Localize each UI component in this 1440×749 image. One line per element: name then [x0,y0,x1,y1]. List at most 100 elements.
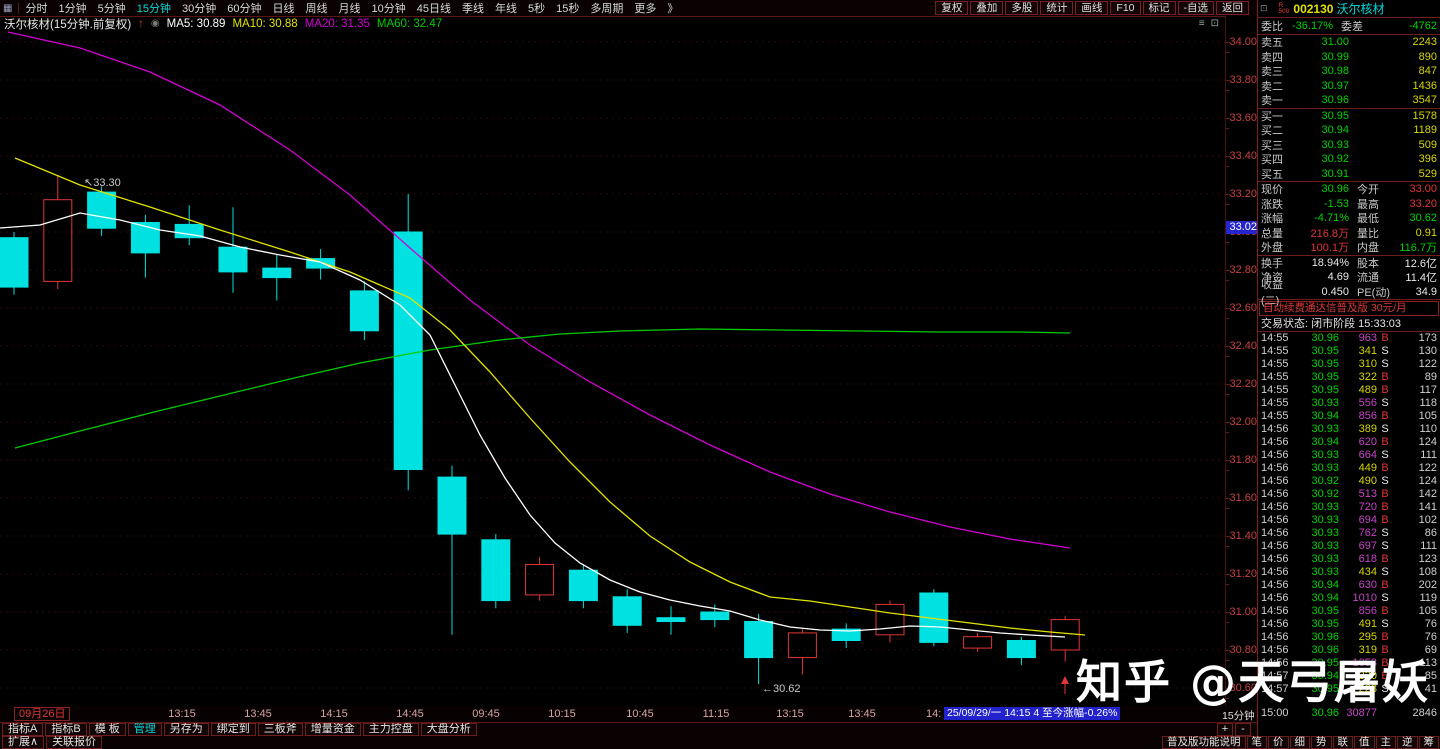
toolbar-button-F10[interactable]: F10 [1110,1,1141,15]
toolbar-button-统计[interactable]: 统计 [1040,1,1074,15]
period-tab-更多[interactable]: 更多 [634,0,656,16]
price-axis-label: 31.80 [1229,454,1257,466]
trade-row: 14:56 30.93 389 S 110 [1261,423,1437,435]
toolbar-button-多股[interactable]: 多股 [1005,1,1039,15]
ma20-value: MA20: 31.35 [304,17,370,30]
period-tab-日线[interactable]: 日线 [272,0,294,16]
panel-tab-笔[interactable]: 笔 [1246,736,1267,749]
indicator-tab-指标B[interactable]: 指标B [45,722,87,736]
period-tab-周线[interactable]: 周线 [305,0,327,16]
ma-line-MA60 [14,328,1071,449]
trade-row: 14:55 30.95 310 S 122 [1261,358,1437,370]
price-axis-label: 32.60 [1229,302,1257,314]
price-axis-label: 31.00 [1229,606,1257,618]
period-tab-45日线[interactable]: 45日线 [417,0,451,16]
axis-minor-tick [1226,355,1229,357]
price-axis-label: 32.80 [1229,264,1257,276]
panel-tab-值[interactable]: 值 [1354,736,1375,749]
ask-row[interactable]: 卖四 30.99 890 [1258,50,1440,65]
menu-icon[interactable]: ≡ [1199,18,1205,29]
period-tab-季线[interactable]: 季线 [462,0,484,16]
period-tab-年线[interactable]: 年线 [495,0,517,16]
zoom-out-button[interactable]: - [1235,722,1251,736]
period-tab-30分钟[interactable]: 30分钟 [182,0,216,16]
price-axis: 34.0033.8033.6033.4033.2033.0032.8032.60… [1225,16,1258,706]
indicator-tab-增量资金[interactable]: 增量资金 [304,722,361,736]
period-tab-多周期[interactable]: 多周期 [590,0,623,16]
weibi-value: -36.17% [1292,20,1333,32]
panel-tab-联[interactable]: 联 [1332,736,1353,749]
period-tab-10分钟[interactable]: 10分钟 [371,0,405,16]
panel-tab-筹[interactable]: 筹 [1418,736,1439,749]
panel-tab-逆[interactable]: 逆 [1397,736,1418,749]
panel-tab-细[interactable]: 细 [1289,736,1310,749]
indicator-tab-模 板[interactable]: 模 板 [88,722,126,736]
period-tab-1分钟[interactable]: 1分钟 [58,0,86,16]
ask-row[interactable]: 卖一 30.96 3547 [1258,93,1440,108]
subscription-banner[interactable]: 自动续费通达信普及版 30元/月 [1259,301,1439,316]
bottom-button-扩展∧[interactable]: 扩展∧ [2,736,45,749]
info-row: 换手 18.94% 股本 12.6亿 [1261,256,1437,270]
toolbar-button-叠加[interactable]: 叠加 [970,1,1004,15]
price-axis-label: 32.40 [1229,340,1257,352]
bid-row[interactable]: 买四 30.92 396 [1258,152,1440,167]
feature-help-button[interactable]: 普及版功能说明 [1162,736,1246,749]
toolbar-button-返回[interactable]: 返回 [1216,1,1249,15]
stock-info: 现价 30.96 今开 33.00 涨跌 -1.53 最高 33.20 涨幅 -4.71% 最低 30… [1258,182,1440,307]
indicator-tab-三板斧[interactable]: 三板斧 [257,722,303,736]
period-tab-月线[interactable]: 月线 [338,0,360,16]
bottom-button-关联报价[interactable]: 关联报价 [46,736,103,749]
period-tab-15秒[interactable]: 15秒 [556,0,579,16]
ask-row[interactable]: 卖五 31.00 2243 [1258,35,1440,50]
toolbar-button-标记[interactable]: 标记 [1142,1,1176,15]
price-annotation: ↖33.30 [84,177,121,189]
panel-tab-主[interactable]: 主 [1375,736,1396,749]
panel-tab-势[interactable]: 势 [1311,736,1332,749]
price-axis-label: 33.40 [1229,150,1257,162]
period-tab-60分钟[interactable]: 60分钟 [227,0,261,16]
window-icon[interactable]: ▦ [3,2,20,14]
indicator-tab-另存为[interactable]: 另存为 [163,722,209,736]
period-tab-分时[interactable]: 分时 [25,0,47,16]
collapse-icon[interactable]: ⊡ [1260,3,1268,14]
candle [218,246,248,273]
bid-row[interactable]: 买二 30.94 1189 [1258,123,1440,138]
indicator-tab-主力控盘[interactable]: 主力控盘 [362,722,419,736]
period-tab-5秒[interactable]: 5秒 [528,0,545,16]
axis-tick [1226,384,1230,385]
toolbar-button-画线[interactable]: 画线 [1075,1,1109,15]
zoom-in-button[interactable]: + [1217,722,1233,736]
ask-row[interactable]: 卖三 30.98 847 [1258,64,1440,79]
axis-tick [1226,308,1230,309]
axis-minor-tick [1226,545,1229,547]
bid-row[interactable]: 买三 30.93 509 [1258,138,1440,153]
info-row: 涨幅 -4.71% 最低 30.62 [1261,212,1437,226]
indicator-tab-指标A[interactable]: 指标A [2,722,44,736]
panel-tab-价[interactable]: 价 [1268,736,1289,749]
period-tab-15分钟[interactable]: 15分钟 [137,0,171,16]
candlestick-chart[interactable]: ↖33.30 ←30.62 [0,16,1225,706]
candle [700,611,730,621]
price-axis-label: 33.60 [1229,112,1257,124]
ma10-value: MA10: 30.88 [232,17,298,30]
time-axis-label: 14:15 [320,708,348,720]
price-axis-label: 31.40 [1229,530,1257,542]
stock-header: ⊡ R 500 002130 沃尔核材 [1258,0,1440,18]
toolbar-button--自选[interactable]: -自选 [1177,1,1214,15]
period-tab-》[interactable]: 》 [667,0,678,16]
market-tag: R 500 [1278,2,1290,15]
indicator-tab-管理[interactable]: 管理 [127,722,162,736]
bid-row[interactable]: 买五 30.91 529 [1258,167,1440,182]
indicator-tab-绑定到[interactable]: 绑定到 [210,722,256,736]
indicator-tab-大盘分析[interactable]: 大盘分析 [420,722,477,736]
trade-row: 14:55 30.93 556 S 118 [1261,397,1437,409]
trade-row: 14:56 30.93 720 B 141 [1261,501,1437,513]
time-label-clipped: 14: [926,708,942,720]
period-tab-5分钟[interactable]: 5分钟 [98,0,126,16]
toolbar-button-复权[interactable]: 复权 [935,1,969,15]
trade-row: 14:56 30.95 856 B 105 [1261,605,1437,617]
ask-row[interactable]: 卖二 30.97 1436 [1258,79,1440,94]
tick-trade-list: 14:55 30.96 963 B 173 14:55 30.95 341 S 130 14:55 3… [1258,332,1440,696]
expand-icon[interactable]: ⊡ [1211,18,1219,29]
bid-row[interactable]: 买一 30.95 1578 [1258,109,1440,124]
